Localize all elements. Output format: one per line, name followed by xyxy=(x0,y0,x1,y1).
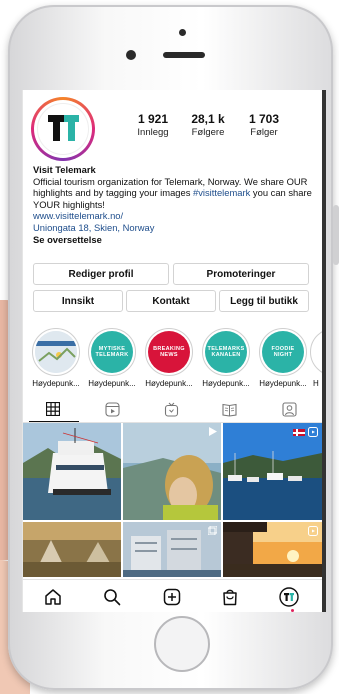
highlight-ring: TELEMARKS KANALEN xyxy=(202,328,250,376)
profile-avatar-icon xyxy=(279,587,299,607)
tents-photo xyxy=(23,522,121,577)
buildings-photo xyxy=(123,522,221,577)
grid-photo-ferry[interactable] xyxy=(23,423,121,520)
translate-link[interactable]: Se oversettelse xyxy=(33,234,318,246)
shop-bag-icon xyxy=(223,589,237,606)
followers-value: 28,1 k xyxy=(191,112,225,126)
tab-tagged[interactable] xyxy=(281,401,297,417)
notification-dot xyxy=(291,609,294,612)
posts-value: 1 921 xyxy=(137,112,169,126)
highlight-label: Høydepunk... xyxy=(259,379,307,388)
side-button xyxy=(333,205,339,265)
insights-button[interactable]: Innsikt xyxy=(33,290,123,312)
highlight-label: Høydepunk... xyxy=(202,379,250,388)
nav-home[interactable] xyxy=(43,587,63,607)
grid-photo-tents[interactable] xyxy=(23,522,121,577)
add-shop-button[interactable]: Legg til butikk xyxy=(219,290,309,312)
profile-name: Visit Telemark xyxy=(33,164,96,175)
highlight-item[interactable]: FOODIE NIGHT Høydepunk... xyxy=(256,328,310,388)
map-icon xyxy=(35,331,77,373)
highlight-item[interactable]: MYTISKE TELEMARK Høydepunk... xyxy=(85,328,139,388)
reel-badge-icon xyxy=(308,526,318,536)
profile-tabs xyxy=(23,396,322,423)
guides-icon xyxy=(221,403,237,417)
grid-photo-buildings[interactable] xyxy=(123,522,221,577)
profile-bio: Visit Telemark Official tourism organiza… xyxy=(33,164,318,245)
website-link[interactable]: www.visittelemark.no/ xyxy=(33,210,318,222)
front-camera xyxy=(126,50,136,60)
followers-count[interactable]: 28,1 k Følgere xyxy=(178,112,238,138)
following-label: Følger xyxy=(250,127,278,138)
search-icon xyxy=(104,589,121,606)
video-play-icon xyxy=(209,427,217,436)
following-value: 1 703 xyxy=(248,112,280,126)
harbor-photo xyxy=(223,423,322,520)
contact-button[interactable]: Kontakt xyxy=(126,290,216,312)
highlight-label: Høydepunk... xyxy=(32,379,80,388)
grid-photo-sunset[interactable] xyxy=(223,522,322,577)
grid-video-girl[interactable] xyxy=(123,423,221,520)
photo-grid xyxy=(23,423,322,579)
bio-text: Official tourism organization for Telema… xyxy=(33,176,318,211)
bio-hashtag[interactable]: #visittelemark xyxy=(193,187,250,198)
grid-photo-harbor[interactable] xyxy=(223,423,322,520)
carousel-icon xyxy=(208,526,217,535)
home-button[interactable] xyxy=(154,616,210,672)
highlight-ring: FOODIE NIGHT xyxy=(259,328,307,376)
edit-profile-button[interactable]: Rediger profil xyxy=(33,263,169,285)
followers-label: Følgere xyxy=(191,127,225,138)
tab-grid[interactable] xyxy=(45,401,61,417)
reel-badge-icon xyxy=(308,427,318,437)
highlight-cover: TELEMARKS KANALEN xyxy=(205,331,247,373)
proximity-sensor xyxy=(179,29,186,36)
nav-profile[interactable] xyxy=(279,587,299,607)
telemark-logo-icon xyxy=(48,115,79,141)
highlight-cover: FOODIE NIGHT xyxy=(262,331,304,373)
highlight-item[interactable]: Høydepunk... xyxy=(29,328,83,388)
highlight-ring xyxy=(32,328,80,376)
tagged-person-icon xyxy=(281,401,297,417)
active-tab-indicator xyxy=(29,421,79,422)
reels-icon xyxy=(104,401,120,417)
highlight-ring: MYTISKE TELEMARK xyxy=(88,328,136,376)
grid-icon xyxy=(46,402,60,416)
highlight-item[interactable]: BREAKING NEWS Høydepunk... xyxy=(142,328,196,388)
home-icon xyxy=(45,589,61,605)
ferry-photo xyxy=(23,423,121,520)
posts-label: Innlegg xyxy=(137,127,169,138)
highlight-label: Høydepunk... xyxy=(145,379,193,388)
igtv-icon xyxy=(164,402,178,417)
nav-shop[interactable] xyxy=(220,587,240,607)
scrollbar[interactable] xyxy=(322,90,324,612)
highlight-label: Høydepunk... xyxy=(88,379,136,388)
highlight-cover: BREAKING NEWS xyxy=(148,331,190,373)
tab-reels[interactable] xyxy=(104,401,120,417)
promotions-button[interactable]: Promoteringer xyxy=(173,263,309,285)
nav-search[interactable] xyxy=(102,587,122,607)
bottom-nav xyxy=(23,579,322,612)
highlight-cover: MYTISKE TELEMARK xyxy=(91,331,133,373)
earpiece-speaker xyxy=(163,52,205,58)
highlight-ring: BREAKING NEWS xyxy=(145,328,193,376)
tab-igtv[interactable] xyxy=(163,401,179,417)
following-count[interactable]: 1 703 Følger xyxy=(234,112,294,138)
address-link[interactable]: Uniongata 18, Skien, Norway xyxy=(33,222,318,234)
girl-photo xyxy=(123,423,221,520)
nav-create[interactable] xyxy=(162,587,182,607)
app-screen: 1 921 Innlegg 28,1 k Følgere 1 703 Følge… xyxy=(22,90,326,612)
tab-guides[interactable] xyxy=(221,401,237,417)
add-post-icon xyxy=(163,588,181,606)
highlight-item[interactable]: TELEMARKS KANALEN Høydepunk... xyxy=(199,328,253,388)
highlight-cover-map xyxy=(35,331,77,373)
posts-count[interactable]: 1 921 Innlegg xyxy=(123,112,183,138)
